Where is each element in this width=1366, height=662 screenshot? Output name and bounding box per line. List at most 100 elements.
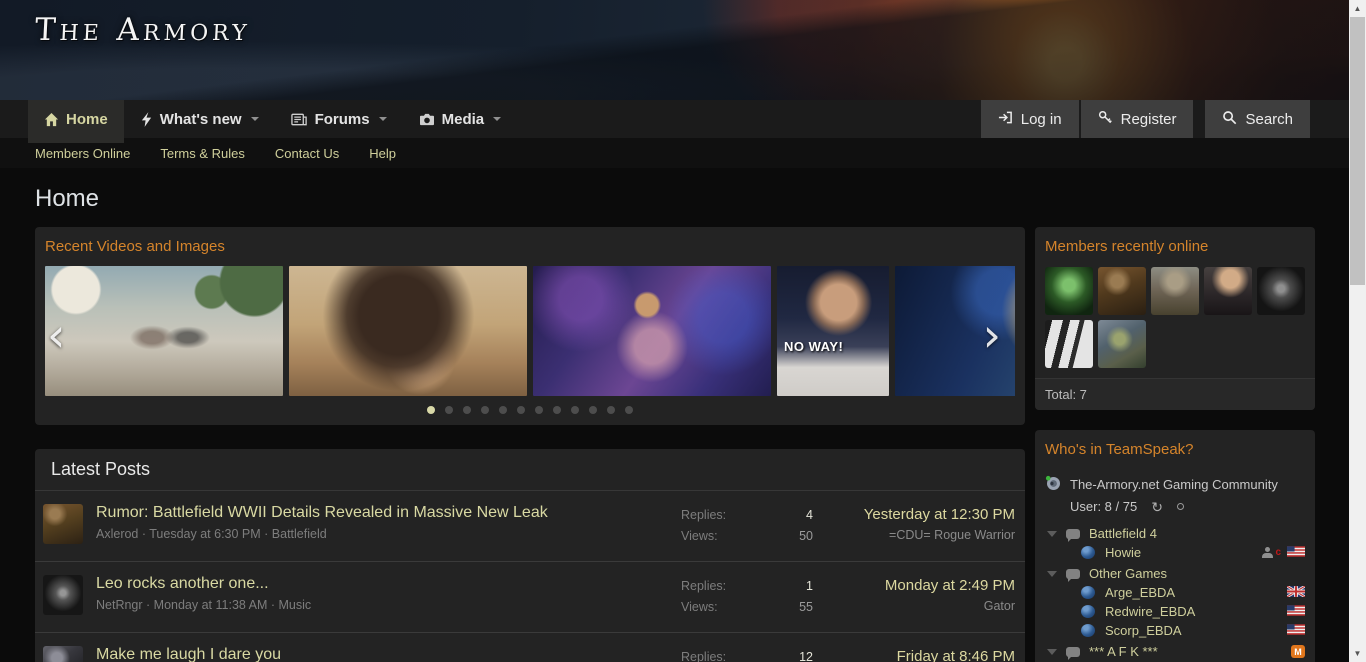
recent-media-panel: Recent Videos and Images NO WAY! ‹ › xyxy=(35,227,1025,425)
subnav-terms-rules[interactable]: Terms & Rules xyxy=(160,146,245,161)
post-last-date[interactable]: Yesterday at 12:30 PM xyxy=(813,505,1015,525)
us-flag-icon xyxy=(1287,604,1305,619)
tab-media-label: Media xyxy=(442,111,485,128)
teamspeak-server-icon xyxy=(1045,475,1061,494)
chevron-down-icon xyxy=(251,117,259,121)
carousel-dots xyxy=(35,406,1025,414)
search-button[interactable]: Search xyxy=(1205,100,1310,138)
post-last-date[interactable]: Monday at 2:49 PM xyxy=(813,576,1015,596)
online-status-icon xyxy=(1081,586,1095,599)
avatar[interactable] xyxy=(43,504,83,544)
teamspeak-username: Howie xyxy=(1105,545,1141,560)
tab-media[interactable]: Media xyxy=(403,100,518,138)
channel-bubble-icon xyxy=(1066,529,1080,539)
avatar[interactable] xyxy=(1204,267,1252,315)
post-title-link[interactable]: Rumor: Battlefield WWII Details Revealed… xyxy=(96,504,681,522)
subnav-members-online[interactable]: Members Online xyxy=(35,146,130,161)
replies-label: Replies: xyxy=(681,505,726,526)
collapse-arrow-icon[interactable] xyxy=(1047,531,1057,537)
lightning-icon xyxy=(140,112,153,127)
online-status-icon xyxy=(1081,605,1095,618)
carousel-dot[interactable] xyxy=(571,406,579,414)
teamspeak-user-count: User: 8 / 75 xyxy=(1070,499,1137,514)
login-button-label: Log in xyxy=(1021,111,1062,128)
teamspeak-server-name: The-Armory.net Gaming Community xyxy=(1070,477,1278,492)
carousel-dot[interactable] xyxy=(517,406,525,414)
page-root: The Armory Home What's new Forums Media … xyxy=(0,0,1349,662)
post-row: Rumor: Battlefield WWII Details Revealed… xyxy=(35,491,1025,561)
latest-posts-panel: Latest Posts Rumor: Battlefield WWII Det… xyxy=(35,449,1025,662)
avatar[interactable] xyxy=(1098,320,1146,368)
avatar[interactable] xyxy=(43,575,83,615)
carousel-dot[interactable] xyxy=(607,406,615,414)
main-column: Recent Videos and Images NO WAY! ‹ › xyxy=(35,227,1025,662)
search-button-label: Search xyxy=(1245,111,1293,128)
teamspeak-panel: Who's in TeamSpeak? The-Armory.net Gamin… xyxy=(1035,430,1315,662)
teamspeak-user-row: Redwire_EBDA xyxy=(1035,602,1315,621)
carousel-next-arrow[interactable]: › xyxy=(983,315,1001,355)
avatar[interactable] xyxy=(1045,320,1093,368)
register-button[interactable]: Register xyxy=(1081,100,1194,138)
scrollbar[interactable]: ▲ ▼ xyxy=(1349,0,1366,662)
tab-whats-new[interactable]: What's new xyxy=(124,100,275,138)
channel-name: Battlefield 4 xyxy=(1089,526,1157,541)
status-circle-icon xyxy=(1177,503,1184,510)
post-title-link[interactable]: Leo rocks another one... xyxy=(96,575,681,593)
views-value: 50 xyxy=(799,526,813,547)
carousel-dot[interactable] xyxy=(589,406,597,414)
replies-label: Replies: xyxy=(681,576,726,597)
tab-forums[interactable]: Forums xyxy=(275,100,403,138)
carousel-dot[interactable] xyxy=(535,406,543,414)
carousel-dot[interactable] xyxy=(427,406,435,414)
carousel-slide-3[interactable] xyxy=(533,266,771,396)
replies-value: 4 xyxy=(806,505,813,526)
carousel-slide-2[interactable] xyxy=(289,266,527,396)
carousel-dot[interactable] xyxy=(553,406,561,414)
collapse-arrow-icon[interactable] xyxy=(1047,571,1057,577)
members-online-title: Members recently online xyxy=(1035,227,1315,266)
views-value: 55 xyxy=(799,597,813,618)
post-meta: Axlerod · Tuesday at 6:30 PM · Battlefie… xyxy=(96,527,681,541)
carousel-dot[interactable] xyxy=(499,406,507,414)
post-last-date[interactable]: Friday at 8:46 PM xyxy=(813,647,1015,662)
views-label: Views: xyxy=(681,526,718,547)
login-button[interactable]: Log in xyxy=(981,100,1079,138)
post-last-user: =CDU= Rogue Warrior xyxy=(813,525,1015,545)
channel-bubble-icon xyxy=(1066,647,1080,657)
post-row: Make me laugh I dare you Rigormortis · A… xyxy=(35,632,1025,662)
register-button-label: Register xyxy=(1121,111,1177,128)
avatar[interactable] xyxy=(1098,267,1146,315)
latest-posts-title: Latest Posts xyxy=(35,449,1025,491)
collapse-arrow-icon[interactable] xyxy=(1047,649,1057,655)
carousel-prev-arrow[interactable]: ‹ xyxy=(47,315,65,355)
key-icon xyxy=(1098,110,1113,129)
subnav-help[interactable]: Help xyxy=(369,146,396,161)
scrollbar-down-arrow[interactable]: ▼ xyxy=(1349,645,1366,662)
carousel-slide-1[interactable] xyxy=(45,266,283,396)
teamspeak-title: Who's in TeamSpeak? xyxy=(1035,430,1315,469)
carousel-dot[interactable] xyxy=(481,406,489,414)
teamspeak-channel-row: *** A F K *** M xyxy=(1035,642,1315,661)
teamspeak-username: Arge_EBDA xyxy=(1105,585,1175,600)
avatar[interactable] xyxy=(1045,267,1093,315)
search-icon xyxy=(1222,110,1237,129)
site-logo[interactable]: The Armory xyxy=(34,12,252,48)
teamspeak-channel-row: Battlefield 4 xyxy=(1035,524,1315,543)
avatar[interactable] xyxy=(43,646,83,662)
scrollbar-up-arrow[interactable]: ▲ xyxy=(1349,0,1366,17)
scrollbar-thumb[interactable] xyxy=(1350,17,1365,285)
carousel-dot[interactable] xyxy=(625,406,633,414)
tab-home[interactable]: Home xyxy=(28,100,124,138)
avatar[interactable] xyxy=(1257,267,1305,315)
post-title-link[interactable]: Make me laugh I dare you xyxy=(96,646,681,662)
refresh-icon[interactable]: ↻ xyxy=(1151,501,1163,513)
carousel-dot[interactable] xyxy=(445,406,453,414)
teamspeak-user-count-row: User: 8 / 75 ↻ xyxy=(1035,496,1315,522)
subnav-contact-us[interactable]: Contact Us xyxy=(275,146,339,161)
page-title: Home xyxy=(35,168,1315,227)
carousel-dot[interactable] xyxy=(463,406,471,414)
carousel-slide-4[interactable]: NO WAY! xyxy=(777,266,889,396)
avatar[interactable] xyxy=(1151,267,1199,315)
online-status-icon xyxy=(1081,546,1095,559)
main-navbar: Home What's new Forums Media Log in Regi… xyxy=(0,100,1349,138)
